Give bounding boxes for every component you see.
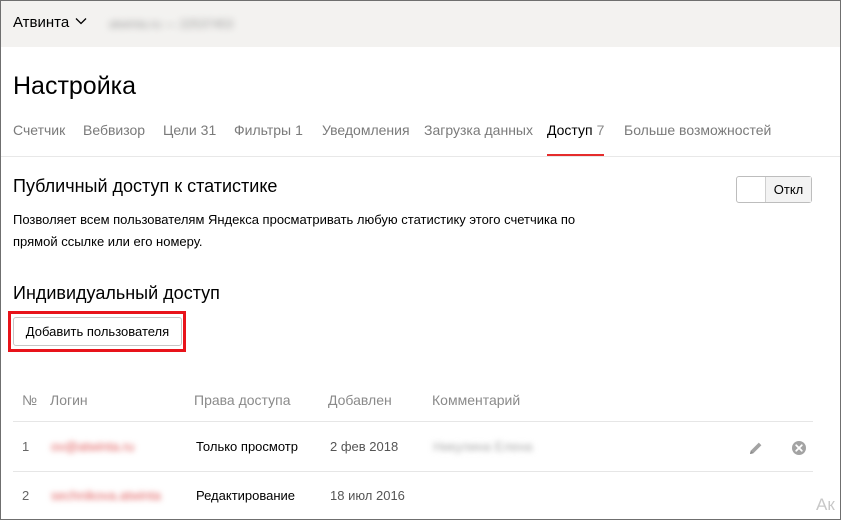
tab-count: 7 xyxy=(596,122,605,138)
public-access-title: Публичный доступ к статистике xyxy=(13,176,278,196)
row-login: sechnikova.atwinta xyxy=(51,488,161,503)
toggle-knob xyxy=(737,177,766,202)
row-rights: Редактирование xyxy=(196,488,296,503)
individual-access-title: Индивидуальный доступ xyxy=(13,283,220,303)
tab-label: Доступ xyxy=(547,122,593,138)
table-header-divider xyxy=(13,421,813,422)
tab-more-features[interactable]: Больше возможностей xyxy=(624,122,771,156)
row-rights: Только просмотр xyxy=(196,439,298,454)
tab-webvisor[interactable]: Вебвизор xyxy=(83,122,145,156)
row-added-date: 2 фев 2018 xyxy=(330,439,399,454)
counter-info: atwinta.ru — 22537453 xyxy=(109,17,234,31)
browser-viewport: Атвинта atwinta.ru — 22537453 Настройка … xyxy=(0,0,841,520)
toggle-state-label: Откл xyxy=(766,177,811,202)
column-header-rights: Права доступа xyxy=(194,392,291,408)
column-header-login: Логин xyxy=(50,392,88,408)
column-header-comment: Комментарий xyxy=(432,392,521,408)
public-access-toggle[interactable]: Откл xyxy=(736,176,812,203)
tab-filters[interactable]: Фильтры 1 xyxy=(234,122,303,156)
top-bar: Атвинта atwinta.ru — 22537453 xyxy=(1,1,840,47)
tab-label: Загрузка данных xyxy=(424,122,533,138)
tab-goals[interactable]: Цели 31 xyxy=(163,122,216,156)
chevron-down-icon[interactable] xyxy=(75,15,87,27)
row-added-date: 18 июл 2016 xyxy=(330,488,405,503)
tab-count: 31 xyxy=(200,122,217,138)
tab-label: Уведомления xyxy=(322,122,410,138)
tab-label: Вебвизор xyxy=(83,122,146,138)
tab-access[interactable]: Доступ 7 xyxy=(547,122,605,156)
row-login: ov@atwinta.ru xyxy=(51,439,135,454)
tab-count: 1 xyxy=(295,122,303,138)
org-switcher-label[interactable]: Атвинта xyxy=(13,14,69,31)
table-row-divider xyxy=(13,471,813,472)
tabs-divider xyxy=(1,156,840,157)
column-header-number: № xyxy=(22,392,38,408)
clipped-side-widget-text: Ак xyxy=(816,495,835,514)
tab-label: Счетчик xyxy=(13,122,66,138)
tab-label: Фильтры xyxy=(234,122,292,138)
tab-notifications[interactable]: Уведомления xyxy=(322,122,410,156)
tab-data-upload[interactable]: Загрузка данных xyxy=(424,122,533,156)
tab-label: Больше возможностей xyxy=(624,122,772,138)
close-circle-icon[interactable] xyxy=(791,440,807,456)
add-user-button[interactable]: Добавить пользователя xyxy=(13,317,182,346)
page-title: Настройка xyxy=(13,72,137,100)
pencil-icon[interactable] xyxy=(748,440,764,456)
tab-label: Цели xyxy=(163,122,197,138)
tab-counter[interactable]: Счетчик xyxy=(13,122,65,156)
row-number: 2 xyxy=(22,488,30,503)
public-access-description: Позволяет всем пользователям Яндекса про… xyxy=(13,212,576,249)
row-number: 1 xyxy=(22,439,30,454)
column-header-added: Добавлен xyxy=(328,392,392,408)
row-comment: Никулина Елена xyxy=(433,439,533,454)
